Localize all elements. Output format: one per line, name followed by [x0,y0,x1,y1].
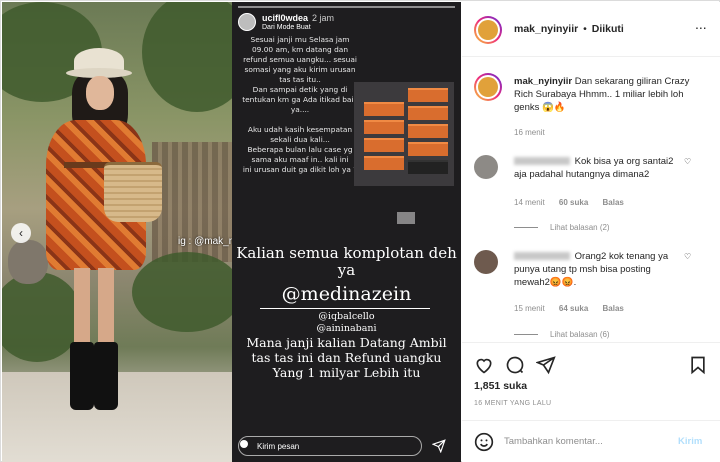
previous-photo-button[interactable]: ‹ [11,223,31,243]
author-username[interactable]: mak_nyinyiir [514,23,578,35]
orange-box [364,156,404,170]
more-options-icon[interactable]: ... [695,16,707,32]
story-mention[interactable]: @iqbalcello [236,311,457,322]
stacked-boxes-photo [354,82,454,186]
story-main-mention[interactable]: @medinazein [236,283,457,305]
comment-icon[interactable] [505,355,525,375]
likes-count[interactable]: 1,851 suka [474,380,527,392]
comment-body: Kok bisa ya org santai2 aja padahal huta… [514,155,680,181]
view-replies[interactable]: Lihat balasan (6) [514,330,610,339]
share-icon[interactable] [536,355,556,375]
comment-meta: 15 menit 64 suka Balas [514,304,624,313]
reply-button[interactable]: Balas [603,304,624,313]
bookmark-icon[interactable] [688,355,708,375]
replies-line [514,334,538,336]
replies-line [514,227,538,229]
woven-bag [104,162,162,222]
post-header: mak_nyinyiir • Diikuti ... [462,2,720,57]
story-headline: Kalian semua komplotan deh ya [236,244,457,279]
comment-body: Orang2 kok tenang ya punya utang tp msh … [514,250,680,289]
mention-underline [260,308,430,309]
post-sidebar: mak_nyinyiir • Diikuti ... mak_nyinyiir … [462,2,720,462]
separator-dot: • [583,23,587,35]
post-photo: ig : @mak_nyinyiir ‹ [2,2,232,462]
sticker [397,212,415,224]
send-icon[interactable] [432,439,446,453]
like-comment-heart-icon[interactable]: ♡ [684,157,691,166]
boot [70,342,94,410]
comment-likes[interactable]: 60 suka [559,198,588,207]
caption-avatar[interactable] [474,73,502,101]
orange-box [408,106,448,120]
rock [8,240,48,284]
orange-box [408,142,448,156]
add-comment-bar: Tambahkan komentar... Kirim [462,420,720,462]
comment-time: 15 menit [514,304,545,313]
orange-box [408,88,448,102]
story-message: Sesuai janji mu Selasa jam 09.00 am, km … [242,35,358,174]
reply-button[interactable]: Balas [603,198,624,207]
story-body-text: Mana janji kalian Datang Ambil tas tas i… [246,335,447,380]
view-replies[interactable]: Lihat balasan (2) [514,223,610,232]
face [86,76,114,110]
story-time: 2 jam [312,13,335,23]
view-replies-label[interactable]: Lihat balasan (6) [550,330,610,339]
post-comment-button[interactable]: Kirim [678,436,702,447]
emoji-icon[interactable] [474,432,494,452]
dark-box [408,160,448,174]
leg [98,268,114,348]
shrub [132,252,232,332]
follow-status[interactable]: Diikuti [592,23,624,35]
post-author: mak_nyinyiir • Diikuti [514,23,624,35]
story-reply-input[interactable]: Kirim pesan [238,436,422,456]
comment-likes[interactable]: 64 suka [559,304,588,313]
reply-placeholder: Kirim pesan [257,442,300,451]
caption-username[interactable]: mak_nyinyiir [514,76,572,87]
leg [74,268,90,348]
chevron-left-icon: ‹ [19,226,23,240]
orange-box [364,120,404,134]
caption-time: 16 menit [514,128,545,137]
story-source: Dari Mode Buat [262,24,311,31]
photo-watermark: ig : @mak_nyinyiir [178,236,232,247]
post-timestamp: 16 MENIT YANG LALU [474,400,552,407]
comment-input[interactable]: Tambahkan komentar... [504,436,603,447]
commenter-username-blurred[interactable] [514,157,570,166]
post-caption: mak_nyinyiir Dan sekarang giliran Crazy … [514,75,710,114]
like-comment-heart-icon[interactable]: ♡ [684,252,691,261]
story-username: ucifl0wdea [262,13,309,23]
tree-foliage [142,2,232,112]
story-avatar [238,13,256,31]
boot [94,342,118,410]
orange-box [364,102,404,116]
story-progress-bar [238,6,455,8]
orange-box [408,124,448,138]
view-replies-label[interactable]: Lihat balasan (2) [550,223,610,232]
story-mention[interactable]: @aininabani [236,323,457,334]
comment-time: 14 menit [514,198,545,207]
instagram-post-modal: ig : @mak_nyinyiir ‹ ucifl0wdea2 jam Dar… [0,0,720,462]
avatar[interactable] [474,16,502,44]
commenter-avatar[interactable] [474,155,498,179]
story-screenshot: ucifl0wdea 2 jam Dari Mode Buat Sesuai ja… [232,2,461,462]
comment-meta: 14 menit 60 suka Balas [514,198,624,207]
orange-box [364,138,404,152]
story-header: ucifl0wdea 2 jam [262,13,334,23]
commenter-avatar[interactable] [474,250,498,274]
heart-icon[interactable] [474,355,494,375]
commenter-username-blurred[interactable] [514,252,570,261]
